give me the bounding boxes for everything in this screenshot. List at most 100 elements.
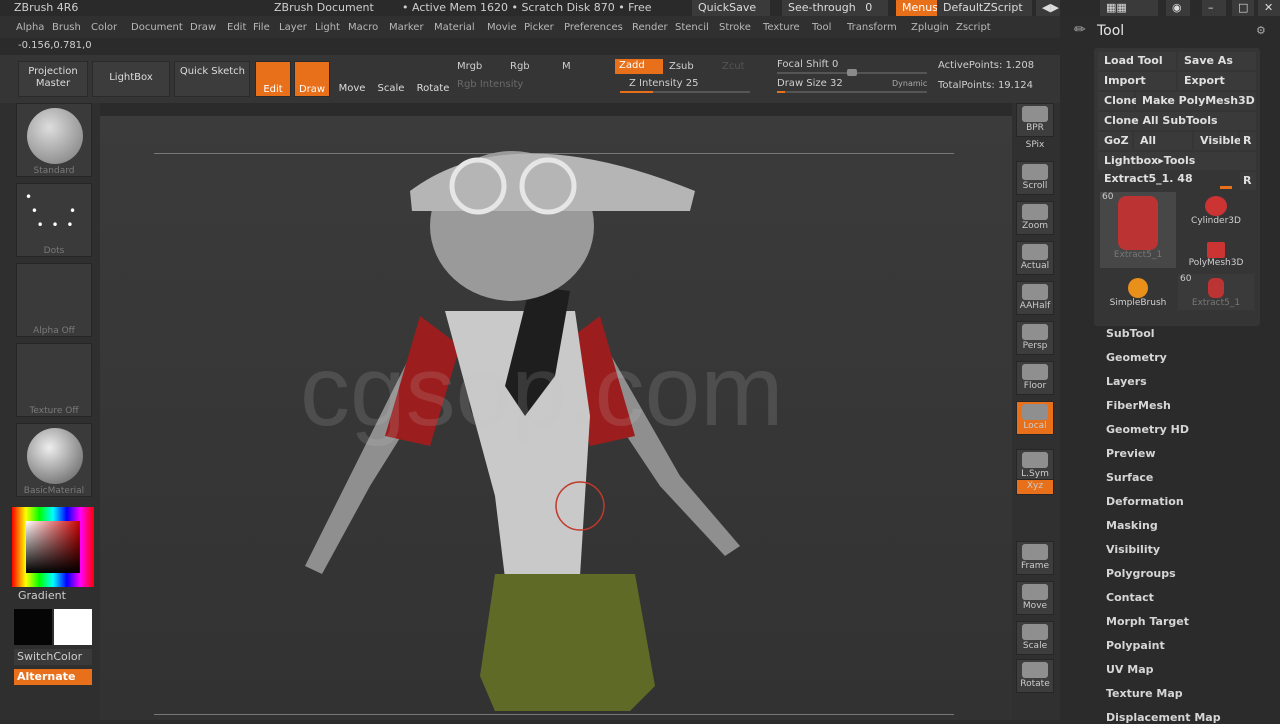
menu-tool[interactable]: Tool [812, 22, 831, 33]
tool-section-subtool[interactable]: SubTool [1106, 327, 1155, 340]
tool-section-contact[interactable]: Contact [1106, 591, 1154, 604]
material-selector[interactable]: BasicMaterial [16, 423, 92, 497]
z-intensity-slider[interactable]: Z Intensity 25 [629, 78, 698, 89]
draw-size-track[interactable] [777, 91, 927, 93]
rightbar-zoom-button[interactable]: Zoom [1016, 201, 1054, 235]
lightbox-tools-button[interactable]: Lightbox▸Tools [1098, 152, 1256, 170]
tool-section-masking[interactable]: Masking [1106, 519, 1158, 532]
tool-section-fibermesh[interactable]: FiberMesh [1106, 399, 1171, 412]
menu-edit[interactable]: Edit [227, 22, 246, 33]
rightbar-lsym-button[interactable]: L.Sym [1016, 449, 1054, 483]
goz-visible-button[interactable]: Visible [1194, 132, 1242, 150]
menu-layer[interactable]: Layer [279, 22, 307, 33]
z-intensity-track[interactable] [620, 91, 750, 93]
zcut-button[interactable]: Zcut [722, 61, 745, 72]
make-polymesh-button[interactable]: Make PolyMesh3D [1136, 92, 1256, 110]
tool-section-displacement-map[interactable]: Displacement Map [1106, 711, 1221, 724]
alpha-selector[interactable]: Alpha Off [16, 263, 92, 337]
current-tool-slider[interactable]: Extract5_1. 48 [1098, 170, 1236, 188]
tool-thumb-cylinder3d[interactable]: Cylinder3D [1178, 192, 1254, 238]
rightbar-aahalf-button[interactable]: AAHalf [1016, 281, 1054, 315]
secondary-color-swatch[interactable] [14, 609, 52, 645]
menu-file[interactable]: File [253, 22, 270, 33]
tool-thumb-extract51[interactable]: Extract5_1 60 [1100, 192, 1176, 268]
goz-button[interactable]: GoZ [1098, 132, 1132, 150]
rightbar-scale-button[interactable]: Scale [1016, 621, 1054, 655]
menu-picker[interactable]: Picker [524, 22, 554, 33]
menu-stencil[interactable]: Stencil [675, 22, 709, 33]
move-button[interactable]: Move [334, 61, 370, 97]
load-tool-button[interactable]: Load Tool [1098, 52, 1176, 70]
tool-section-visibility[interactable]: Visibility [1106, 543, 1160, 556]
zadd-button[interactable]: Zadd [615, 59, 663, 74]
rightbar-local-button[interactable]: Local [1016, 401, 1054, 435]
draw-button[interactable]: Draw [294, 61, 330, 97]
tool-thumb-extract51[interactable]: Extract5_1 60 [1178, 274, 1254, 310]
clone-all-subtools-button[interactable]: Clone All SubTools [1098, 112, 1256, 130]
alternate-button[interactable]: Alternate [14, 669, 92, 685]
draw-size-slider[interactable]: Draw Size 32 [777, 78, 843, 89]
rightbar-actual-button[interactable]: Actual [1016, 241, 1054, 275]
menu-preferences[interactable]: Preferences [564, 22, 623, 33]
edit-button[interactable]: Edit [255, 61, 291, 97]
tool-section-texture-map[interactable]: Texture Map [1106, 687, 1183, 700]
m-button[interactable]: M [562, 61, 571, 72]
menu-document[interactable]: Document [131, 22, 183, 33]
lock-icon[interactable]: ◉ [1166, 0, 1190, 16]
goz-r-button[interactable]: R [1240, 132, 1256, 150]
tool-thumb-simplebrush[interactable]: SimpleBrush [1100, 274, 1176, 314]
menu-render[interactable]: Render [632, 22, 668, 33]
rightbar-persp-button[interactable]: Persp [1016, 321, 1054, 355]
palette-settings-icon[interactable]: ⚙ [1256, 24, 1266, 37]
quicksave-button[interactable]: QuickSave [692, 0, 770, 16]
rgb-intensity-slider[interactable]: Rgb Intensity [457, 79, 523, 90]
tool-section-preview[interactable]: Preview [1106, 447, 1156, 460]
rightbar-xyz-button[interactable]: Xyz [1016, 479, 1054, 495]
menu-stroke[interactable]: Stroke [719, 22, 751, 33]
rotate-button[interactable]: Rotate [414, 61, 452, 97]
lightbox-button[interactable]: LightBox [92, 61, 170, 97]
menu-texture[interactable]: Texture [763, 22, 800, 33]
tool-section-polypaint[interactable]: Polypaint [1106, 639, 1165, 652]
menu-macro[interactable]: Macro [348, 22, 378, 33]
menu-movie[interactable]: Movie [487, 22, 517, 33]
texture-selector[interactable]: Texture Off [16, 343, 92, 417]
color-square[interactable] [26, 521, 80, 573]
tool-section-layers[interactable]: Layers [1106, 375, 1147, 388]
tool-section-geometry[interactable]: Geometry [1106, 351, 1167, 364]
tool-section-polygroups[interactable]: Polygroups [1106, 567, 1176, 580]
menu-brush[interactable]: Brush [52, 22, 81, 33]
save-as-button[interactable]: Save As [1178, 52, 1256, 70]
menu-marker[interactable]: Marker [389, 22, 424, 33]
rightbar-spix-button[interactable]: SPix [1016, 139, 1054, 157]
menu-alpha[interactable]: Alpha [16, 22, 44, 33]
focal-shift-slider[interactable]: Focal Shift 0 [777, 59, 838, 70]
layout-arrows-icon[interactable]: ◀▶ [1036, 0, 1060, 16]
tool-section-uv-map[interactable]: UV Map [1106, 663, 1154, 676]
switch-color-button[interactable]: SwitchColor [14, 649, 92, 665]
rgb-button[interactable]: Rgb [510, 61, 530, 72]
quick-sketch-button[interactable]: Quick Sketch [174, 61, 250, 97]
clone-button[interactable]: Clone [1098, 92, 1139, 110]
brush-selector[interactable]: Standard [16, 103, 92, 177]
primary-color-swatch[interactable] [54, 609, 92, 645]
minimize-icon[interactable]: – [1202, 0, 1226, 16]
scale-button[interactable]: Scale [373, 61, 409, 97]
menu-material[interactable]: Material [434, 22, 475, 33]
menu-color[interactable]: Color [91, 22, 117, 33]
see-through-slider[interactable]: See-through 0 [782, 0, 888, 16]
dynamic-toggle[interactable]: Dynamic [892, 79, 927, 88]
color-picker[interactable] [12, 507, 94, 587]
menu-light[interactable]: Light [315, 22, 340, 33]
stroke-selector[interactable]: • • • • • • Dots [16, 183, 92, 257]
menu-draw[interactable]: Draw [190, 22, 216, 33]
rightbar-rotate-button[interactable]: Rotate [1016, 659, 1054, 693]
projection-master-button[interactable]: Projection Master [18, 61, 88, 97]
rightbar-bpr-button[interactable]: BPR [1016, 103, 1054, 137]
rightbar-floor-button[interactable]: Floor [1016, 361, 1054, 395]
default-zscript-button[interactable]: DefaultZScript [937, 0, 1032, 16]
zsub-button[interactable]: Zsub [669, 61, 694, 72]
close-icon[interactable]: ✕ [1258, 0, 1280, 16]
maximize-icon[interactable]: □ [1232, 0, 1254, 16]
viewport-canvas[interactable]: cgsop.com [100, 116, 1012, 720]
